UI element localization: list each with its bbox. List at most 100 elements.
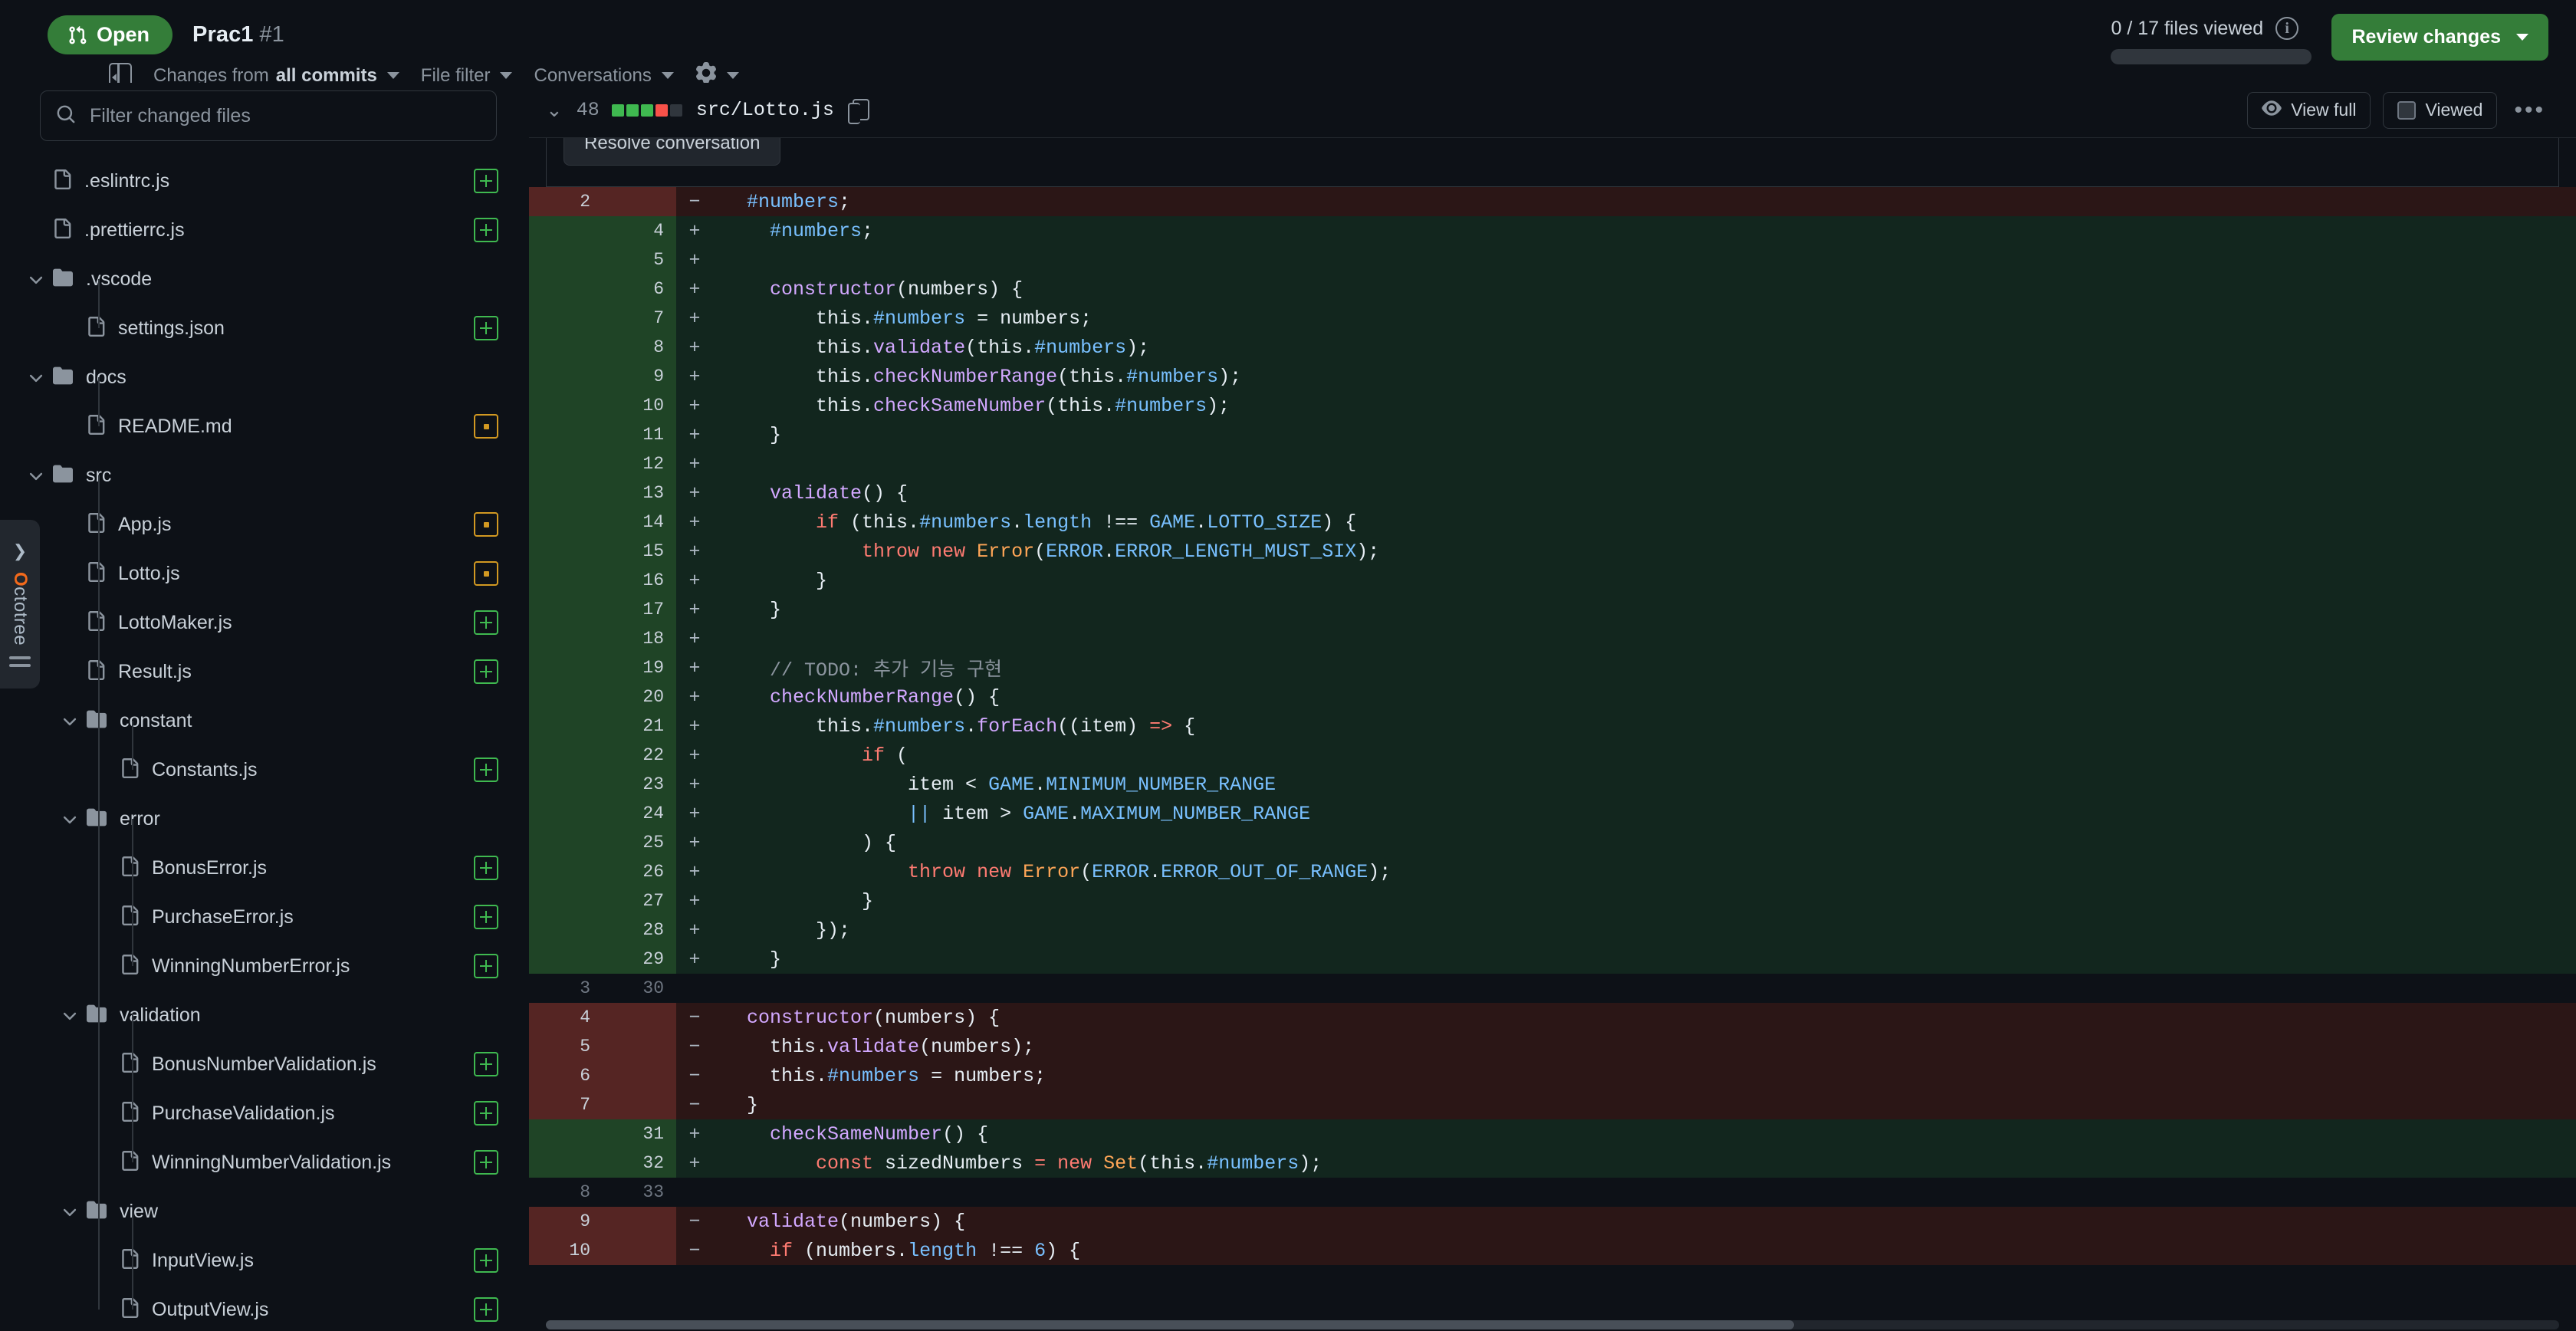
review-changes-button[interactable]: Review changes bbox=[2331, 14, 2548, 61]
diff-line-add[interactable]: 24 + || item > GAME.MAXIMUM_NUMBER_RANGE bbox=[529, 799, 2576, 828]
diff-panel: ⌄ 48 src/Lotto.js View full Viewed ••• R… bbox=[529, 83, 2576, 1331]
diff-line-add[interactable]: 25 + ) { bbox=[529, 828, 2576, 857]
diff-line-add[interactable]: 23 + item < GAME.MINIMUM_NUMBER_RANGE bbox=[529, 770, 2576, 799]
chevron-down-icon[interactable] bbox=[60, 1005, 80, 1025]
tree-item-label: .prettierrc.js bbox=[84, 219, 185, 241]
diff-line-add[interactable]: 21 + this.#numbers.forEach((item) => { bbox=[529, 712, 2576, 741]
octotree-tab[interactable]: ❯ Octotree bbox=[0, 520, 40, 689]
tree-folder-vscode[interactable]: .vscode bbox=[0, 255, 529, 304]
diff-line-del[interactable]: 6 − this.#numbers = numbers; bbox=[529, 1061, 2576, 1090]
tree-file-eslintrc-js[interactable]: .eslintrc.js bbox=[0, 156, 529, 205]
diff-line-add[interactable]: 18 + bbox=[529, 624, 2576, 653]
chevron-down-icon[interactable] bbox=[60, 711, 80, 731]
diff-new-line-number: 29 bbox=[603, 945, 676, 974]
diff-old-line-number bbox=[529, 216, 603, 245]
diff-line-add[interactable]: 27 + } bbox=[529, 886, 2576, 915]
diff-line-add[interactable]: 8 + this.validate(this.#numbers); bbox=[529, 333, 2576, 362]
tree-file-bonuserror-js[interactable]: BonusError.js bbox=[0, 843, 529, 892]
tree-item-label: BonusError.js bbox=[152, 856, 268, 879]
tree-item-label: view bbox=[120, 1200, 159, 1222]
octotree-menu-icon[interactable] bbox=[9, 656, 31, 668]
tree-file-inputview-js[interactable]: InputView.js bbox=[0, 1236, 529, 1285]
chevron-down-icon[interactable] bbox=[60, 1201, 80, 1221]
file-path[interactable]: src/Lotto.js bbox=[696, 99, 834, 121]
diff-line-del[interactable]: 4 − constructor(numbers) { bbox=[529, 1003, 2576, 1032]
view-full-button[interactable]: View full bbox=[2247, 91, 2371, 129]
resolve-conversation-button[interactable]: Resolve conversation bbox=[564, 138, 781, 166]
chevron-down-icon[interactable] bbox=[26, 367, 46, 387]
diff-new-line-number bbox=[603, 1207, 676, 1236]
diff-line-add[interactable]: 7 + this.#numbers = numbers; bbox=[529, 304, 2576, 333]
diff-line-add[interactable]: 16 + } bbox=[529, 566, 2576, 595]
diff-line-add[interactable]: 10 + this.checkSameNumber(this.#numbers); bbox=[529, 391, 2576, 420]
diff-line-add[interactable]: 32 + const sizedNumbers = new Set(this.#n… bbox=[529, 1149, 2576, 1178]
tree-file-purchasevalidation-js[interactable]: PurchaseValidation.js bbox=[0, 1089, 529, 1138]
tree-file-purchaseerror-js[interactable]: PurchaseError.js bbox=[0, 892, 529, 942]
diff-line-add[interactable]: 4 + #numbers; bbox=[529, 216, 2576, 245]
diff-line-add[interactable]: 28 + }); bbox=[529, 915, 2576, 945]
viewed-checkbox[interactable]: Viewed bbox=[2383, 91, 2498, 129]
tree-file-bonusnumbervalidation-js[interactable]: BonusNumberValidation.js bbox=[0, 1040, 529, 1089]
tree-folder-constant[interactable]: constant bbox=[0, 696, 529, 745]
tree-file-winningnumbervalidation-js[interactable]: WinningNumberValidation.js bbox=[0, 1138, 529, 1187]
diff-line-add[interactable]: 31 + checkSameNumber() { bbox=[529, 1119, 2576, 1149]
diff-line-del[interactable]: 9 − validate(numbers) { bbox=[529, 1207, 2576, 1236]
diff-line-code: checkSameNumber() { bbox=[713, 1119, 2576, 1149]
tree-folder-view[interactable]: view bbox=[0, 1187, 529, 1236]
diff-line-del[interactable]: 7 − } bbox=[529, 1090, 2576, 1119]
filter-changed-files-box[interactable] bbox=[40, 90, 497, 141]
diff-line-add[interactable]: 15 + throw new Error(ERROR.ERROR_LENGTH_M… bbox=[529, 537, 2576, 566]
diff-line-add[interactable]: 12 + bbox=[529, 449, 2576, 478]
diff-line-code: throw new Error(ERROR.ERROR_OUT_OF_RANGE… bbox=[713, 857, 2576, 886]
file-options-kebab-icon[interactable]: ••• bbox=[2509, 97, 2550, 123]
diff-line-add[interactable]: 20 + checkNumberRange() { bbox=[529, 682, 2576, 712]
diff-line-add[interactable]: 11 + } bbox=[529, 420, 2576, 449]
diff-line-del[interactable]: 5 − this.validate(numbers); bbox=[529, 1032, 2576, 1061]
tree-file-settings-json[interactable]: settings.json bbox=[0, 304, 529, 353]
diff-line-add[interactable]: 5 + bbox=[529, 245, 2576, 274]
info-icon[interactable]: i bbox=[2275, 17, 2299, 40]
collapse-file-icon[interactable]: ⌄ bbox=[546, 98, 563, 122]
checkbox-icon[interactable] bbox=[2397, 100, 2417, 120]
diff-line-del[interactable]: 2 − #numbers; bbox=[529, 187, 2576, 216]
diff-line-add[interactable]: 6 + constructor(numbers) { bbox=[529, 274, 2576, 304]
pr-state-label: Open bbox=[97, 23, 150, 46]
diff-line-add[interactable]: 13 + validate() { bbox=[529, 478, 2576, 508]
tree-file-constants-js[interactable]: Constants.js bbox=[0, 745, 529, 794]
diff-line-del[interactable]: 10 − if (numbers.length !== 6) { bbox=[529, 1236, 2576, 1265]
tree-item-label: PurchaseValidation.js bbox=[152, 1102, 335, 1124]
tree-file-outputview-js[interactable]: OutputView.js bbox=[0, 1285, 529, 1331]
tree-folder-validation[interactable]: validation bbox=[0, 991, 529, 1040]
tree-folder-error[interactable]: error bbox=[0, 794, 529, 843]
tree-folder-src[interactable]: src bbox=[0, 451, 529, 500]
tree-folder-docs[interactable]: docs bbox=[0, 353, 529, 402]
diff-line-add[interactable]: 9 + this.checkNumberRange(this.#numbers); bbox=[529, 362, 2576, 391]
diff-new-line-number: 19 bbox=[603, 653, 676, 682]
diff-line-add[interactable]: 29 + } bbox=[529, 945, 2576, 974]
diff-line-add[interactable]: 26 + throw new Error(ERROR.ERROR_OUT_OF_R… bbox=[529, 857, 2576, 886]
diff-line-add[interactable]: 17 + } bbox=[529, 595, 2576, 624]
chevron-down-icon[interactable] bbox=[26, 465, 46, 485]
chevron-down-icon[interactable] bbox=[60, 809, 80, 829]
pr-title: Prac1 #1 bbox=[192, 22, 284, 48]
tree-file-app-js[interactable]: App.js bbox=[0, 500, 529, 549]
tree-file-prettierrc-js[interactable]: .prettierrc.js bbox=[0, 205, 529, 255]
diff-line-ctx[interactable]: 3 30 bbox=[529, 974, 2576, 1003]
pr-state-badge[interactable]: Open bbox=[48, 15, 173, 54]
tree-file-result-js[interactable]: Result.js bbox=[0, 647, 529, 696]
tree-file-winningnumbererror-js[interactable]: WinningNumberError.js bbox=[0, 942, 529, 991]
diff-line-add[interactable]: 14 + if (this.#numbers.length !== GAME.LO… bbox=[529, 508, 2576, 537]
diff-line-add[interactable]: 22 + if ( bbox=[529, 741, 2576, 770]
tree-file-readme-md[interactable]: README.md bbox=[0, 402, 529, 451]
filter-changed-files-input[interactable] bbox=[90, 104, 481, 127]
tree-file-lotto-js[interactable]: Lotto.js bbox=[0, 549, 529, 598]
eye-icon bbox=[2262, 98, 2282, 123]
chevron-down-icon[interactable] bbox=[26, 269, 46, 289]
copy-path-icon[interactable] bbox=[847, 98, 869, 124]
diff-line-ctx[interactable]: 8 33 bbox=[529, 1178, 2576, 1207]
horizontal-scrollbar[interactable] bbox=[546, 1320, 2559, 1329]
diff-line-code: // TODO: 추가 기능 구현 bbox=[713, 653, 2576, 682]
diff-old-line-number bbox=[529, 741, 603, 770]
tree-file-lottomaker-js[interactable]: LottoMaker.js bbox=[0, 598, 529, 647]
diff-line-add[interactable]: 19 + // TODO: 추가 기능 구현 bbox=[529, 653, 2576, 682]
